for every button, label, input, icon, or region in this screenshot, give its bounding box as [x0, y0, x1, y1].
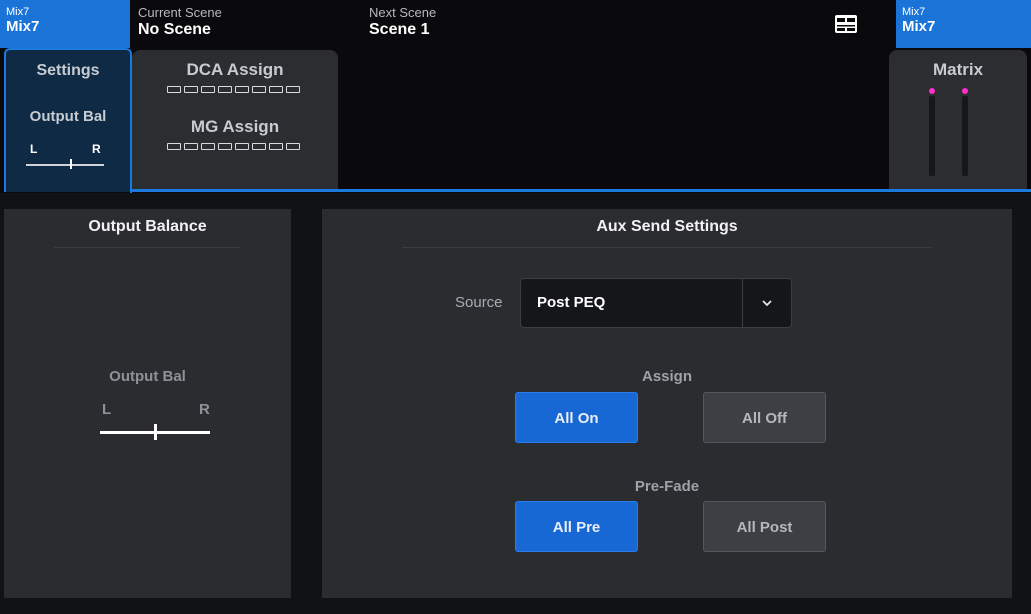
mg-slot — [167, 143, 181, 150]
mini-balance-indicator: L R — [22, 142, 104, 172]
all-post-button[interactable]: All Post — [703, 501, 826, 552]
next-scene-value: Scene 1 — [369, 21, 430, 38]
current-scene-value: No Scene — [138, 21, 211, 38]
mix-small-label: Mix7 — [902, 6, 926, 18]
mini-bal-marker — [70, 159, 72, 169]
dca-slot — [201, 86, 215, 93]
tab-output-bal-label: Output Bal — [29, 108, 107, 125]
mg-slot — [269, 143, 283, 150]
dca-assign-label: DCA Assign — [186, 60, 284, 79]
aux-send-title: Aux Send Settings — [596, 218, 738, 235]
mixer-screen: Mix7 Mix7 Current Scene No Scene Next Sc… — [0, 0, 1031, 614]
meter-peak-dot — [929, 88, 935, 94]
mix-name: Mix7 — [6, 18, 40, 35]
balance-right-label: R — [199, 401, 210, 418]
dca-slot — [167, 86, 181, 93]
current-scene[interactable]: Current Scene No Scene — [138, 6, 222, 40]
next-scene[interactable]: Next Scene Scene 1 — [369, 6, 436, 40]
meter-peak-dot — [962, 88, 968, 94]
prefade-label: Pre-Fade — [634, 478, 700, 495]
mix-selector-right[interactable]: Mix7 Mix7 — [896, 0, 1031, 48]
aux-send-panel: Aux Send Settings Source Post PEQ Assign… — [322, 209, 1012, 598]
title-divider — [402, 247, 932, 248]
mg-slot — [184, 143, 198, 150]
output-bal-label: Output Bal — [109, 368, 186, 385]
mini-bal-left: L — [30, 142, 38, 156]
mini-bal-right: R — [92, 142, 101, 156]
all-on-button[interactable]: All On — [515, 392, 638, 443]
mg-slot — [218, 143, 232, 150]
dca-slot — [235, 86, 249, 93]
chevron-down-icon — [762, 300, 772, 307]
mg-assign-label: MG Assign — [190, 117, 280, 136]
tab-settings-label: Settings — [36, 62, 100, 79]
mix-name: Mix7 — [902, 18, 936, 35]
output-balance-title: Output Balance — [88, 218, 207, 235]
source-dropdown[interactable]: Post PEQ — [520, 278, 792, 328]
matrix-label: Matrix — [932, 60, 984, 79]
title-divider — [54, 247, 241, 248]
source-label: Source — [455, 294, 503, 311]
mg-slot — [201, 143, 215, 150]
top-header: Mix7 Mix7 Current Scene No Scene Next Sc… — [0, 0, 1031, 48]
tab-matrix[interactable]: Matrix — [889, 50, 1027, 192]
assign-label: Assign — [641, 368, 692, 385]
output-balance-panel: Output Balance Output Bal L R — [4, 209, 291, 598]
balance-left-label: L — [102, 401, 112, 418]
mg-assign-slots — [167, 143, 300, 150]
tab-assign[interactable]: DCA Assign MG Assign — [132, 50, 338, 192]
tab-underline — [130, 189, 1031, 192]
mix-selector-left[interactable]: Mix7 Mix7 — [0, 0, 130, 48]
dca-slot — [252, 86, 266, 93]
mix-small-label: Mix7 — [6, 6, 30, 18]
mini-bal-track — [26, 164, 104, 166]
tab-settings[interactable]: Settings Output Bal L R — [4, 48, 132, 192]
next-scene-caption: Next Scene — [369, 5, 437, 20]
dca-slot — [269, 86, 283, 93]
tab-strip: Settings Output Bal L R DCA Assign MG As… — [0, 48, 1031, 240]
dca-slot — [184, 86, 198, 93]
current-scene-caption: Current Scene — [138, 5, 222, 20]
dca-slot — [286, 86, 300, 93]
dca-slot — [218, 86, 232, 93]
mg-slot — [286, 143, 300, 150]
source-value: Post PEQ — [537, 294, 606, 311]
level-meter — [929, 96, 935, 176]
mg-slot — [252, 143, 266, 150]
all-pre-button[interactable]: All Pre — [515, 501, 638, 552]
level-meter — [962, 96, 968, 176]
mg-slot — [235, 143, 249, 150]
main-content: Output Balance Output Bal L R Aux Send S… — [0, 193, 1031, 614]
sdhc-card-icon — [835, 15, 857, 33]
balance-slider-handle[interactable] — [154, 424, 157, 440]
dca-assign-slots — [167, 86, 300, 93]
all-off-button[interactable]: All Off — [703, 392, 826, 443]
dropdown-divider — [742, 279, 743, 327]
